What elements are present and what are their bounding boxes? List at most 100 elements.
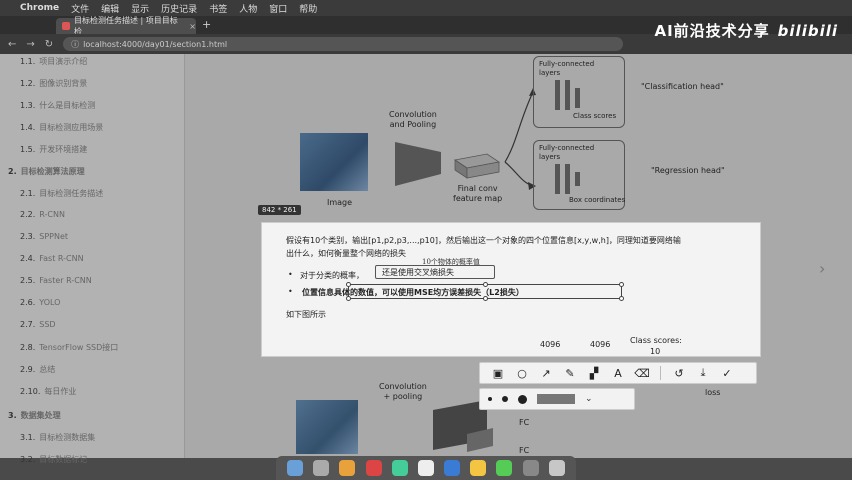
resize-handle[interactable] [483, 282, 488, 287]
calendar-icon[interactable] [417, 460, 434, 476]
class-scores-text: Class scores: [630, 336, 682, 345]
rect-tool-icon[interactable]: ▣ [486, 363, 510, 383]
menu-view[interactable]: 显示 [131, 2, 149, 15]
sidebar-item[interactable]: 2.10. 每日作业 [20, 386, 76, 397]
browser-tab[interactable]: 目标检测任务描述 | 项目目标检 × [56, 16, 196, 36]
resize-handle[interactable] [346, 282, 351, 287]
capture-region[interactable]: 假设有10个类别，输出[p1,p2,p3,...,p10]，然后输出这一个对象的… [261, 222, 761, 357]
sidebar-item-label: 目标检测数据集 [39, 433, 96, 442]
sidebar-item[interactable]: 2.7. SSD [20, 320, 56, 329]
app-menu[interactable]: Chrome [20, 3, 59, 13]
url-field[interactable]: ⓘ localhost:4000/day01/section1.html [63, 37, 624, 51]
conv-label: Convolution and Pooling [389, 110, 437, 129]
conv-block [395, 142, 441, 186]
watermark: AI前沿技术分享 bilibili [654, 20, 838, 41]
forward-icon[interactable]: → [26, 39, 34, 50]
conv-pooling-label: Convolution + pooling [379, 382, 427, 401]
sidebar-item[interactable]: 1.4. 目标检测应用场景 [20, 122, 103, 133]
menu-help[interactable]: 帮助 [299, 2, 317, 15]
class-scores-label: Class scores [573, 112, 617, 120]
text-tool-icon[interactable]: A [606, 363, 630, 383]
trash-icon[interactable] [548, 460, 565, 476]
sidebar-item-number: 3.2. [20, 455, 36, 464]
fc-size-1: 4096 [540, 340, 561, 349]
sidebar-item-number: 2.5. [20, 276, 36, 285]
new-tab-button[interactable]: + [202, 18, 211, 31]
undo-icon[interactable]: ↺ [667, 363, 691, 383]
text-after: 如下图所示 [286, 310, 326, 319]
menu-window[interactable]: 窗口 [269, 2, 287, 15]
menubar: Chrome 文件 编辑 显示 历史记录 书签 人物 窗口 帮助 [0, 0, 852, 16]
app-icon[interactable] [522, 460, 539, 476]
fc-bar [575, 88, 580, 108]
sidebar-item-number: 2.3. [20, 232, 36, 241]
sidebar-item[interactable]: 2.1. 目标检测任务描述 [20, 188, 103, 199]
launchpad-icon[interactable] [313, 460, 330, 476]
sidebar-item-number: 3. [8, 411, 17, 420]
sidebar-item[interactable]: 2. 目标检测算法原理 [8, 166, 85, 177]
size-small-icon[interactable] [488, 397, 492, 401]
sidebar-item-number: 2.2. [20, 210, 36, 219]
sidebar-item[interactable]: 1.3. 什么是目标检测 [20, 100, 95, 111]
bullet-dot: • [288, 270, 293, 279]
sidebar-item[interactable]: 3. 数据集处理 [8, 410, 61, 421]
next-page-arrow[interactable]: › [819, 259, 825, 278]
sidebar-item[interactable]: 1.1. 项目演示介绍 [20, 56, 87, 67]
sidebar-item-number: 2.9. [20, 365, 36, 374]
sidebar-item-number: 2.1. [20, 189, 36, 198]
menu-history[interactable]: 历史记录 [161, 2, 197, 15]
fc-bar [575, 172, 580, 186]
back-icon[interactable]: ← [8, 39, 16, 50]
resize-handle[interactable] [619, 296, 624, 301]
annotation-rect-2[interactable] [346, 282, 624, 301]
check-icon[interactable]: ✓ [715, 363, 739, 383]
reload-icon[interactable]: ↻ [45, 39, 53, 50]
app-icon[interactable] [339, 460, 356, 476]
chevron-down-icon[interactable]: ⌄ [585, 394, 593, 404]
sidebar-item[interactable]: 2.9. 总结 [20, 364, 55, 375]
menu-edit[interactable]: 编辑 [101, 2, 119, 15]
menu-people[interactable]: 人物 [239, 2, 257, 15]
size-medium-icon[interactable] [502, 396, 508, 402]
chrome-icon[interactable] [470, 460, 487, 476]
app-icon[interactable] [444, 460, 461, 476]
resize-handle[interactable] [483, 296, 488, 301]
ellipse-tool-icon[interactable]: ○ [510, 363, 534, 383]
finder-icon[interactable] [287, 460, 304, 476]
sidebar-item[interactable]: 3.1. 目标检测数据集 [20, 432, 95, 443]
regression-head-label: "Regression head" [651, 166, 725, 175]
sidebar-item[interactable]: 2.8. TensorFlow SSD接口 [20, 342, 118, 353]
pen-tool-icon[interactable]: ✎ [558, 363, 582, 383]
resize-handle[interactable] [619, 282, 624, 287]
mosaic-tool-icon[interactable]: ▞ [582, 363, 606, 383]
arrow-tool-icon[interactable]: ↗ [534, 363, 558, 383]
app-icon[interactable] [496, 460, 513, 476]
sidebar-item[interactable]: 1.5. 开发环境搭建 [20, 144, 87, 155]
fc-label-bottom: Fully-connected layers [539, 144, 595, 161]
sidebar-item-label: 什么是目标检测 [39, 101, 96, 110]
sidebar-item[interactable]: 2.3. SPPNet [20, 232, 68, 241]
sidebar-item[interactable]: 2.4. Fast R-CNN [20, 254, 84, 263]
app-icon[interactable] [391, 460, 408, 476]
size-large-icon[interactable] [518, 394, 527, 404]
text-line-1: 假设有10个类别，输出[p1,p2,p3,...,p10]，然后输出这一个对象的… [286, 236, 681, 245]
close-icon[interactable]: × [189, 22, 196, 31]
app-icon[interactable] [365, 460, 382, 476]
sidebar-item-label: TensorFlow SSD接口 [39, 343, 119, 352]
sidebar-item[interactable]: 1.2. 图像识别背景 [20, 78, 87, 89]
sidebar-item-number: 1.1. [20, 57, 36, 66]
sidebar-item-label: 目标检测任务描述 [39, 189, 104, 198]
sidebar-item[interactable]: 2.6. YOLO [20, 298, 60, 307]
sidebar-item-number: 2.4. [20, 254, 36, 263]
sidebar-item-label: 目标数据标记 [39, 455, 88, 464]
resize-handle[interactable] [346, 296, 351, 301]
eraser-tool-icon[interactable]: ⌫ [630, 363, 654, 383]
color-picker[interactable] [537, 394, 575, 404]
toolbar-divider [660, 366, 661, 380]
sidebar-item[interactable]: 2.5. Faster R-CNN [20, 276, 92, 285]
menu-bookmarks[interactable]: 书签 [209, 2, 227, 15]
download-icon[interactable]: ⤓ [691, 363, 715, 383]
menu-file[interactable]: 文件 [71, 2, 89, 15]
sidebar-item[interactable]: 3.2. 目标数据标记 [20, 454, 87, 465]
sidebar-item[interactable]: 2.2. R-CNN [20, 210, 65, 219]
